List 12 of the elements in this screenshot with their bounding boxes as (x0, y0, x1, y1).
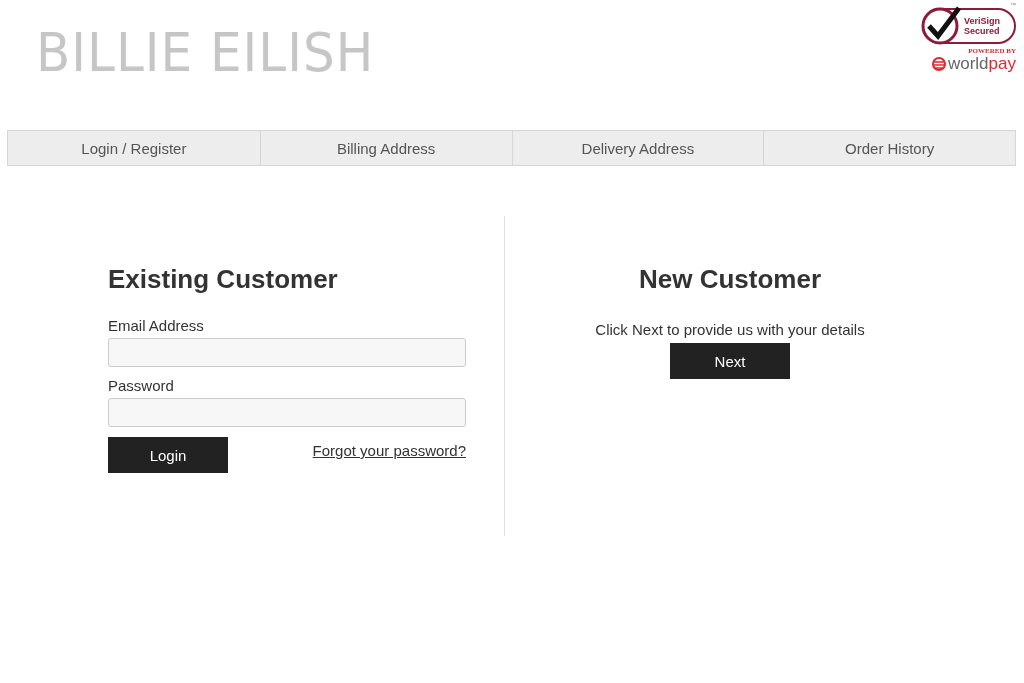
input-field[interactable] (108, 338, 466, 367)
field-label: Email Address (108, 317, 204, 334)
instruction-text: Click Next to provide us with your details (595, 321, 865, 338)
section-heading: Existing Customer (108, 264, 339, 295)
next-button[interactable]: Next (670, 343, 790, 379)
worldpay-logo: worldpay (947, 55, 1016, 73)
logo: BILLIE EILISH (36, 22, 375, 84)
field-label: Password (108, 377, 174, 394)
input-field[interactable] (108, 398, 466, 427)
section-heading: New Customer (638, 264, 821, 295)
login-button[interactable]: Login (108, 437, 228, 473)
forgot-password-link[interactable]: Forgot your password? (312, 442, 466, 459)
